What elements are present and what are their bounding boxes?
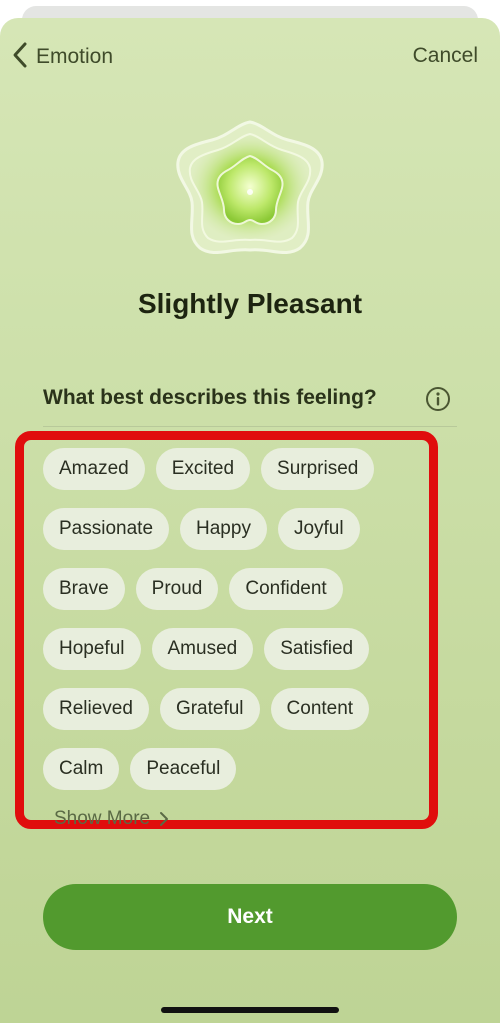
emotion-chip-brave[interactable]: Brave <box>43 568 125 610</box>
emotion-chip-relieved[interactable]: Relieved <box>43 688 149 730</box>
emotion-chip-hopeful[interactable]: Hopeful <box>43 628 141 670</box>
mood-title: Slightly Pleasant <box>137 288 363 319</box>
emotion-chip-calm[interactable]: Calm <box>43 748 120 790</box>
next-button[interactable]: Next <box>43 884 457 950</box>
nav-bar: Emotion Cancel <box>0 18 500 98</box>
back-button[interactable]: Emotion <box>10 40 113 74</box>
emotion-chip-peaceful[interactable]: Peaceful <box>130 748 237 790</box>
chevron-right-icon <box>160 812 169 826</box>
home-indicator <box>161 1007 339 1013</box>
emotion-chip-happy[interactable]: Happy <box>180 508 267 550</box>
emotion-chip-amazed[interactable]: Amazed <box>43 448 145 490</box>
emotion-chip-proud[interactable]: Proud <box>135 568 219 610</box>
emotion-sheet: Emotion Cancel Slightly Pleasant What be… <box>0 18 500 1023</box>
info-circle-icon[interactable] <box>425 386 451 412</box>
emotion-chip-excited[interactable]: Excited <box>155 448 251 490</box>
emotion-chip-confident[interactable]: Confident <box>229 568 343 610</box>
question-divider <box>43 426 457 427</box>
back-label: Emotion <box>36 45 114 68</box>
question-text: What best describes this feeling? <box>43 386 377 409</box>
emotion-chip-content[interactable]: Content <box>270 688 370 730</box>
cancel-button[interactable]: Cancel <box>413 44 478 68</box>
show-more-button[interactable]: Show More <box>54 808 170 830</box>
chevron-left-icon <box>10 41 30 74</box>
emotion-chip-surprised[interactable]: Surprised <box>261 448 375 490</box>
flower-orb-icon <box>172 116 328 262</box>
emotion-chip-amused[interactable]: Amused <box>151 628 254 670</box>
emotion-chip-grateful[interactable]: Grateful <box>159 688 260 730</box>
emotion-chip-list: Amazed Excited Surprised Passionate Happy Joy… <box>43 448 413 790</box>
emotion-chip-joyful[interactable]: Joyful <box>277 508 360 550</box>
emotion-chip-satisfied[interactable]: Satisfied <box>264 628 370 670</box>
emotion-chip-passionate[interactable]: Passionate <box>43 508 170 550</box>
show-more-label: Show More <box>54 808 151 829</box>
